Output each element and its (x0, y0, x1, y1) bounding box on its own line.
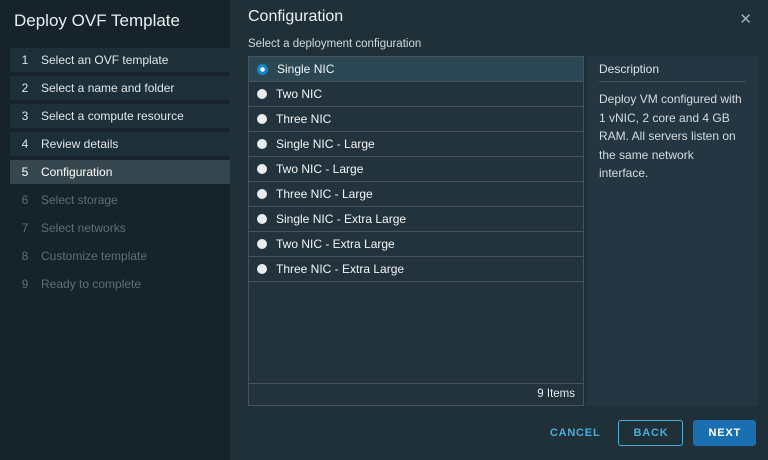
config-option-row[interactable]: Single NIC - Extra Large (249, 207, 583, 232)
step-label: Review details (41, 137, 118, 151)
wizard-step-7-select-networks: 7 Select networks (10, 216, 230, 240)
config-option-row[interactable]: Two NIC - Extra Large (249, 232, 583, 257)
step-label: Select a name and folder (41, 81, 174, 95)
back-button[interactable]: BACK (618, 420, 683, 446)
config-option-row[interactable]: Single NIC - Large (249, 132, 583, 157)
radio-icon[interactable] (257, 239, 267, 249)
config-option-label: Two NIC - Extra Large (276, 237, 395, 251)
radio-icon[interactable] (257, 214, 267, 224)
step-label: Select an OVF template (41, 53, 168, 67)
radio-icon[interactable] (257, 89, 267, 99)
config-table: Single NIC Two NIC Three NIC Single NIC - L… (248, 56, 584, 406)
radio-icon[interactable] (257, 114, 267, 124)
config-option-label: Single NIC (277, 62, 334, 76)
config-option-row[interactable]: Three NIC - Extra Large (249, 257, 583, 282)
config-option-label: Two NIC - Large (276, 162, 363, 176)
step-label: Select a compute resource (41, 109, 184, 123)
radio-icon[interactable] (257, 264, 267, 274)
step-number: 4 (20, 137, 30, 151)
wizard-step-1-select-an-ovf-template[interactable]: 1 Select an OVF template (10, 48, 230, 72)
step-label: Ready to complete (41, 277, 141, 291)
wizard-step-8-customize-template: 8 Customize template (10, 244, 230, 268)
config-option-label: Two NIC (276, 87, 322, 101)
radio-icon[interactable] (257, 164, 267, 174)
wizard-main-panel: Configuration ✕ Select a deployment conf… (230, 0, 768, 460)
step-number: 9 (20, 277, 30, 291)
content-area: Single NIC Two NIC Three NIC Single NIC - L… (230, 56, 768, 406)
step-number: 1 (20, 53, 30, 67)
step-number: 2 (20, 81, 30, 95)
description-title: Description (599, 62, 746, 82)
config-option-label: Single NIC - Extra Large (276, 212, 406, 226)
deploy-ovf-wizard-dialog: Deploy OVF Template 1 Select an OVF templ… (0, 0, 768, 460)
wizard-title: Deploy OVF Template (0, 0, 230, 40)
step-label: Customize template (41, 249, 147, 263)
wizard-step-2-select-a-name-and-folder[interactable]: 2 Select a name and folder (10, 76, 230, 100)
config-option-row[interactable]: Three NIC - Large (249, 182, 583, 207)
description-text: Deploy VM configured with 1 vNIC, 2 core… (599, 90, 746, 183)
step-number: 8 (20, 249, 30, 263)
config-option-label: Three NIC - Large (276, 187, 373, 201)
step-number: 7 (20, 221, 30, 235)
wizard-step-9-ready-to-complete: 9 Ready to complete (10, 272, 230, 296)
config-option-label: Three NIC (276, 112, 331, 126)
step-label: Select storage (41, 193, 118, 207)
step-number: 5 (20, 165, 30, 179)
step-number: 6 (20, 193, 30, 207)
config-option-label: Three NIC - Extra Large (276, 262, 404, 276)
radio-icon[interactable] (257, 189, 267, 199)
wizard-footer: CANCEL BACK NEXT (230, 406, 768, 460)
items-count: 9 Items (249, 383, 583, 405)
config-option-row[interactable]: Single NIC (249, 57, 583, 82)
config-option-row[interactable]: Two NIC - Large (249, 157, 583, 182)
next-button[interactable]: NEXT (693, 420, 756, 446)
wizard-step-3-select-a-compute-resource[interactable]: 3 Select a compute resource (10, 104, 230, 128)
config-options-list: Single NIC Two NIC Three NIC Single NIC - L… (249, 57, 583, 383)
step-label: Configuration (41, 165, 112, 179)
radio-selected-icon[interactable] (257, 64, 268, 75)
cancel-button[interactable]: CANCEL (542, 420, 609, 446)
deployment-config-subtitle: Select a deployment configuration (230, 31, 768, 56)
main-header: Configuration ✕ (230, 0, 768, 31)
wizard-steps: 1 Select an OVF template 2 Select a name an… (0, 48, 230, 296)
step-label: Select networks (41, 221, 126, 235)
description-panel: Description Deploy VM configured with 1 … (587, 56, 758, 406)
page-title: Configuration (248, 8, 343, 26)
config-option-row[interactable]: Two NIC (249, 82, 583, 107)
step-number: 3 (20, 109, 30, 123)
config-option-label: Single NIC - Large (276, 137, 375, 151)
wizard-step-4-review-details[interactable]: 4 Review details (10, 132, 230, 156)
close-icon[interactable]: ✕ (731, 8, 760, 31)
wizard-sidebar: Deploy OVF Template 1 Select an OVF templ… (0, 0, 230, 460)
radio-icon[interactable] (257, 139, 267, 149)
wizard-step-5-configuration[interactable]: 5 Configuration (10, 160, 230, 184)
wizard-step-6-select-storage: 6 Select storage (10, 188, 230, 212)
config-option-row[interactable]: Three NIC (249, 107, 583, 132)
